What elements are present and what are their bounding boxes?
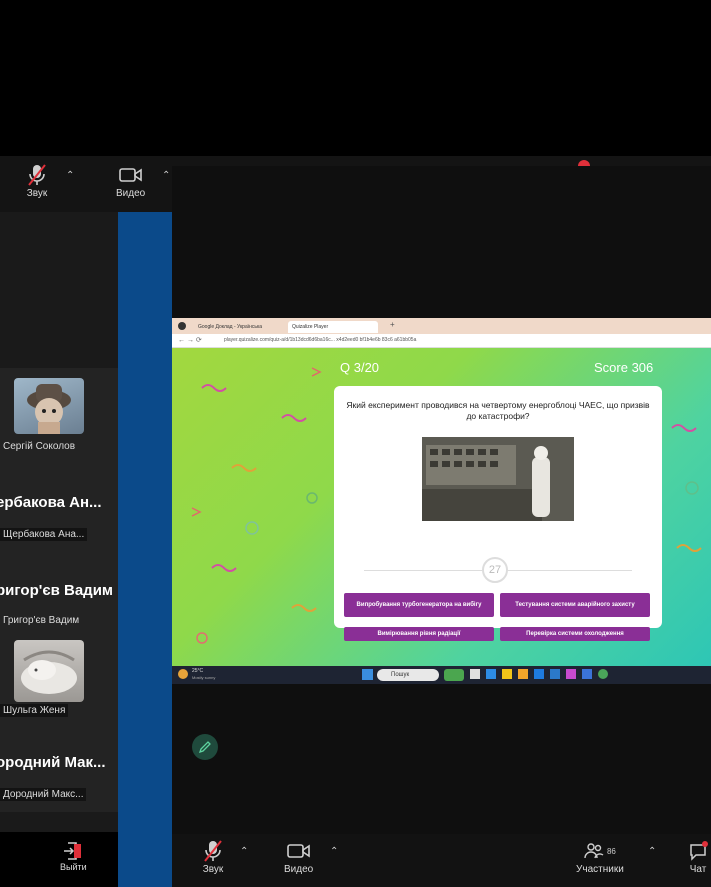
taskbar-search-label: Пошук — [391, 672, 410, 678]
taskbar-app-icon[interactable] — [598, 669, 608, 679]
question-image — [422, 437, 574, 521]
leave-icon — [64, 842, 82, 860]
avatar — [14, 640, 84, 702]
participant-tile[interactable]: ородний Мак... Дородний Макс... — [0, 730, 118, 812]
participant-name: Шульга Женя — [0, 704, 69, 717]
chat-label: Чат — [689, 864, 707, 875]
taskbar-app-icon[interactable] — [470, 669, 480, 679]
mic-muted-icon — [202, 838, 224, 864]
answer-button[interactable]: Перевірка системи охолодження — [500, 627, 650, 641]
taskbar-app-icon[interactable] — [582, 669, 592, 679]
participants-icon: 86 — [584, 838, 616, 864]
shared-browser: Google Доклад - Українська Quizalize Pla… — [172, 318, 711, 684]
participant-tile[interactable]: Сергій Соколов — [0, 368, 118, 458]
taskbar-search[interactable]: Пошук — [377, 669, 439, 681]
top-audio-label: Звук — [26, 188, 48, 199]
browser-tab[interactable]: Google Доклад - Українська — [194, 321, 284, 333]
zoom-window: { "top_toolbar": { "audio_label": "Звук"… — [0, 0, 711, 887]
participant-big-name: ородний Мак... — [0, 754, 106, 771]
participant-big-name: ербакова Ан... — [0, 494, 102, 511]
participant-tile[interactable]: ригор'єв Вадим Григор'єв Вадим — [0, 548, 118, 638]
answer-button[interactable]: Випробування турбогенератора на вибігу — [344, 593, 494, 617]
blue-divider — [118, 212, 172, 887]
weather-desc: Mostly sunny — [192, 675, 216, 680]
participant-big-name: ригор'єв Вадим — [0, 582, 114, 599]
quiz-background: Q 3/20 Score 306 Який експеримент провод… — [172, 348, 711, 666]
browser-tab[interactable]: Quizalize Player — [288, 321, 378, 333]
video-label: Видео — [284, 864, 314, 875]
weather-icon — [178, 669, 188, 679]
video-caret-icon[interactable]: ⌃ — [330, 846, 338, 857]
taskbar-app-icon[interactable] — [518, 669, 528, 679]
participant-name: Дородний Макс... — [0, 788, 87, 801]
camera-icon — [286, 838, 311, 864]
participants-count: 86 — [606, 846, 616, 856]
chat-button[interactable]: Чат — [688, 838, 708, 875]
participants-button[interactable]: 86 Участники — [576, 838, 624, 875]
answer-button[interactable]: Вимірювання рівня радіації — [344, 627, 494, 641]
answer-button[interactable]: Тестування системи аварійного захисту — [500, 593, 650, 617]
bottom-toolbar: Звук ⌃ Видео ⌃ 86 Участники ⌃ Чат — [172, 834, 711, 887]
taskbar-app-icon[interactable] — [444, 669, 464, 681]
taskbar-app-icon[interactable] — [550, 669, 560, 679]
participant-name: Григор'єв Вадим — [3, 615, 80, 626]
participants-label: Участники — [576, 864, 624, 875]
video-button[interactable]: Видео — [284, 838, 313, 875]
participant-name: Щербакова Ана... — [0, 528, 88, 541]
annotate-pencil-icon[interactable] — [192, 734, 218, 760]
windows-taskbar: 25°C Mostly sunny Пошук — [172, 666, 711, 684]
question-text: Який експеримент проводився на четвертом… — [346, 400, 650, 422]
participant-tile[interactable]: Шульга Женя — [0, 638, 118, 730]
browser-tabbar: Google Доклад - Українська Quizalize Pla… — [172, 318, 711, 334]
audio-label: Звук — [202, 864, 224, 875]
top-audio-caret-icon[interactable]: ⌃ — [66, 170, 74, 181]
taskbar-app-icon[interactable] — [502, 669, 512, 679]
score-display: Score 306 — [594, 360, 654, 375]
camera-icon — [118, 162, 143, 188]
countdown-timer: 27 — [482, 557, 508, 583]
audio-button[interactable]: Звук — [202, 838, 224, 875]
new-tab-icon[interactable]: + — [390, 320, 395, 329]
taskbar-app-icon[interactable] — [534, 669, 544, 679]
audio-caret-icon[interactable]: ⌃ — [240, 846, 248, 857]
top-video-label: Видео — [116, 188, 146, 199]
top-video-button[interactable]: Видео — [116, 162, 145, 199]
browser-profile-icon[interactable] — [178, 322, 186, 330]
mic-muted-icon — [26, 162, 48, 188]
top-audio-button[interactable]: Звук — [26, 162, 48, 199]
question-counter: Q 3/20 — [340, 360, 380, 375]
browser-tab-label: Google Доклад - Українська — [198, 324, 263, 330]
participants-caret-icon[interactable]: ⌃ — [648, 846, 656, 857]
participant-tile[interactable]: ербакова Ан... Щербакова Ана... — [0, 458, 118, 548]
chat-icon — [688, 838, 708, 864]
question-card: Який експеримент проводився на четвертом… — [334, 386, 662, 628]
browser-address-bar[interactable]: ← → ⟳ player.quizalize.com/quiz-a/d/1b13… — [172, 334, 711, 348]
browser-url: player.quizalize.com/quiz-a/d/1b13dcd6d6… — [224, 337, 417, 343]
windows-start-icon[interactable] — [362, 669, 373, 680]
taskbar-app-icon[interactable] — [566, 669, 576, 679]
leave-label: Выйти — [60, 862, 87, 872]
leave-button[interactable]: Выйти — [60, 840, 87, 872]
taskbar-app-icon[interactable] — [486, 669, 496, 679]
participant-name: Сергій Соколов — [3, 441, 76, 452]
top-video-caret-icon[interactable]: ⌃ — [162, 170, 170, 181]
weather-temp: 25°C — [192, 668, 204, 674]
avatar — [14, 378, 84, 434]
nav-arrows-icon[interactable]: ← → ⟳ — [178, 336, 202, 344]
browser-tab-label: Quizalize Player — [292, 324, 329, 330]
